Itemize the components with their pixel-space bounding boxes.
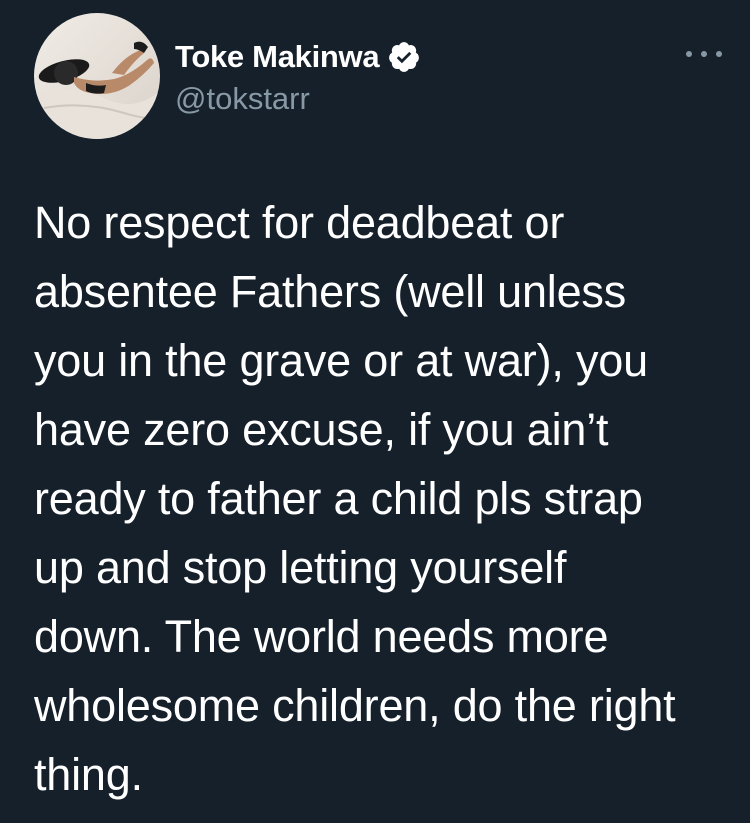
- tweet-card: Toke Makinwa @tokstarr No respect for de…: [0, 0, 750, 823]
- verified-badge-icon: [387, 40, 421, 74]
- more-dot: [701, 51, 707, 57]
- more-dot: [716, 51, 722, 57]
- handle[interactable]: @tokstarr: [175, 81, 421, 117]
- avatar-image: [34, 13, 160, 139]
- avatar[interactable]: [34, 13, 160, 139]
- more-dot: [686, 51, 692, 57]
- author-block: Toke Makinwa @tokstarr: [175, 37, 421, 117]
- more-options-icon[interactable]: [686, 44, 722, 64]
- tweet-text: No respect for deadbeat or absentee Fath…: [34, 197, 676, 800]
- display-name[interactable]: Toke Makinwa: [175, 39, 380, 75]
- name-row: Toke Makinwa: [175, 37, 421, 77]
